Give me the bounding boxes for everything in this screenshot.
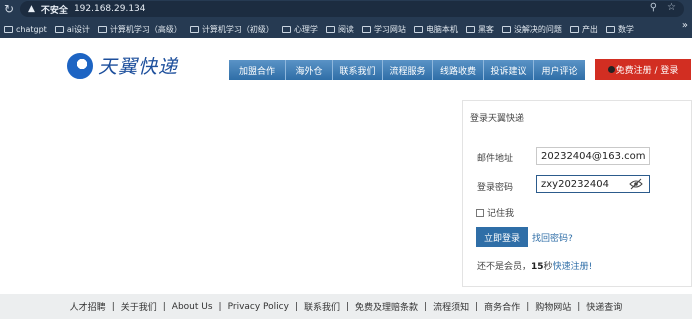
remember-checkbox[interactable] [476,208,484,217]
not-member-text: 还不是会员， [477,262,532,272]
footer-divider: | [294,301,298,312]
footer-link-business[interactable]: 商务合作 [484,300,520,313]
nav-item-franchise[interactable]: 加盟合作 [229,60,286,80]
footer-link-careers[interactable]: 人才招聘 [70,300,106,313]
password-field[interactable]: zxy20232404 [536,175,650,193]
bookmark-item[interactable]: 学习网站 [361,24,406,35]
bookmark-label: 没解决的问题 [513,24,562,34]
bookmarks-bar: chatgpt ai设计 计算机学习（高级） 计算机学习（初级） 心理学 阅读 … [0,20,692,38]
folder-icon [4,25,13,33]
footer-link-about-en[interactable]: About Us [172,302,213,312]
bookmarks-overflow-icon[interactable]: » [682,20,688,31]
bookmark-label: 心理学 [293,24,318,34]
key-icon[interactable]: ⚲ [650,2,657,13]
nav-item-contact[interactable]: 联系我们 [333,60,383,80]
url-text[interactable]: 192.168.29.134 [74,4,146,14]
user-icon [607,66,615,73]
footer-divider: | [475,301,479,312]
footer: 人才招聘 | 关于我们 | About Us | Privacy Policy … [0,294,692,319]
footer-divider: | [218,301,222,312]
bookmark-label: 电脑本机 [425,24,458,34]
forgot-password-link[interactable]: 找回密码? [532,231,573,244]
login-button[interactable]: 立即登录 [476,227,528,247]
not-member-line: 还不是会员，15秒快速注册! [477,259,592,272]
hide-password-icon[interactable] [629,178,643,190]
security-warning-icon[interactable]: ▲ [28,4,35,14]
footer-divider: | [424,301,428,312]
register-login-button[interactable]: 免费注册 / 登录 [595,59,691,80]
bookmark-item[interactable]: 计算机学习（初级） [189,24,274,35]
folder-icon [605,25,615,33]
reload-icon[interactable]: ↻ [0,0,18,18]
nav-item-process[interactable]: 流程服务 [383,60,433,80]
nav-item-reviews[interactable]: 用户评论 [534,60,585,80]
bookmark-item[interactable]: 阅读 [325,24,354,35]
register-login-label: 免费注册 / 登录 [615,66,679,76]
bookmark-item[interactable]: 计算机学习（高级） [97,24,182,35]
password-label: 登录密码 [477,183,514,193]
email-field[interactable]: 20232404@163.com [536,147,650,165]
login-title: 登录天翼快递 [470,114,525,124]
logo-text: 天翼快递 [98,56,179,78]
bookmark-label: chatgpt [16,24,47,34]
footer-divider: | [162,301,166,312]
folder-icon [465,25,475,33]
site-logo[interactable]: 天翼快递 [67,52,178,79]
bookmark-item[interactable]: 心理学 [281,24,318,35]
bookmark-item[interactable]: 没解决的问题 [501,24,562,35]
browser-toolbar: ↻ ▲ 不安全 192.168.29.134 ⚲ ☆ chatgpt ai设计 … [0,0,692,38]
countdown-value: 15 [531,262,544,272]
password-value: zxy20232404 [541,178,609,190]
nav-item-pricing[interactable]: 线路收费 [433,60,484,80]
bookmark-item[interactable]: ai设计 [54,24,90,35]
nav-item-overseas-warehouse[interactable]: 海外仓 [286,60,333,80]
footer-link-about-cn[interactable]: 关于我们 [121,300,157,313]
folder-icon [325,25,335,33]
folder-icon [501,25,511,33]
folder-icon [54,25,64,33]
footer-link-claims[interactable]: 免费及理赔条款 [355,300,418,313]
bookmark-label: 计算机学习（初级） [201,24,274,34]
folder-icon [97,25,107,33]
bookmark-label: 黑客 [477,24,494,34]
remember-label: 记住我 [487,209,515,219]
security-label[interactable]: 不安全 [41,3,68,16]
folder-icon [361,25,371,33]
bookmark-star-icon[interactable]: ☆ [667,2,676,13]
bookmark-item[interactable]: 产出 [569,24,598,35]
bookmark-item[interactable]: 数学 [605,24,634,35]
footer-link-contact[interactable]: 联系我们 [304,300,340,313]
address-bar[interactable]: ▲ 不安全 192.168.29.134 ⚲ ☆ [20,1,684,17]
bookmark-label: 数学 [617,24,634,34]
logo-mark-icon [67,52,93,79]
quick-register-link[interactable]: 快速注册! [553,262,593,272]
folder-icon [569,25,579,33]
bookmark-label: 阅读 [337,24,354,34]
footer-link-privacy[interactable]: Privacy Policy [228,302,289,312]
footer-divider: | [111,301,115,312]
footer-divider: | [346,301,350,312]
countdown-unit: 秒 [543,262,553,272]
bookmark-item[interactable]: chatgpt [4,25,47,34]
bookmark-label: 学习网站 [373,24,406,34]
remember-me[interactable]: 记住我 [476,206,514,219]
footer-link-process[interactable]: 流程须知 [433,300,469,313]
footer-divider: | [526,301,530,312]
folder-icon [413,25,423,33]
footer-link-tracking[interactable]: 快递查询 [586,300,622,313]
nav-item-complaints[interactable]: 投诉建议 [484,60,534,80]
bookmark-item[interactable]: 黑客 [465,24,494,35]
email-label: 邮件地址 [477,154,514,164]
address-row: ↻ ▲ 不安全 192.168.29.134 ⚲ ☆ [0,0,692,18]
bookmark-item[interactable]: 电脑本机 [413,24,458,35]
folder-icon [281,25,291,33]
bookmark-label: 产出 [581,24,598,34]
bookmark-label: ai设计 [66,24,90,34]
footer-divider: | [577,301,581,312]
main-nav: 加盟合作 海外仓 联系我们 流程服务 线路收费 投诉建议 用户评论 [229,60,585,80]
bookmark-label: 计算机学习（高级） [109,24,182,34]
folder-icon [189,25,199,33]
footer-link-shopping[interactable]: 购物网站 [535,300,571,313]
